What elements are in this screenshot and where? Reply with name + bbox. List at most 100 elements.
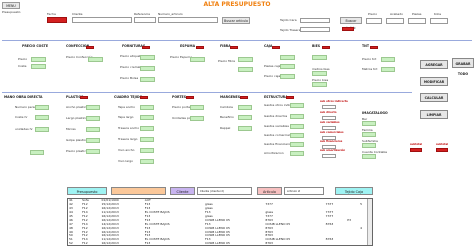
cuenta-contable-field[interactable] bbox=[362, 154, 376, 159]
gastos-financieros-field[interactable] bbox=[290, 142, 304, 147]
grabar-todo-button[interactable]: GRABAR TODO bbox=[452, 58, 474, 76]
precio-bolsa-field[interactable] bbox=[140, 77, 155, 82]
sub-otros-indirecta-field[interactable] bbox=[322, 105, 336, 109]
unidades-portes-field[interactable] bbox=[190, 116, 204, 121]
metros-bies-field[interactable] bbox=[312, 71, 327, 76]
precio-plastico-field[interactable] bbox=[86, 149, 100, 154]
fibra-red[interactable] bbox=[230, 46, 238, 49]
tab-presupuesto[interactable]: Presupuesto bbox=[67, 187, 107, 195]
gastos-financieros-label: Gastos financieros bbox=[264, 142, 292, 146]
buscar-tejido-button[interactable]: Buscar tejido bbox=[340, 17, 362, 30]
sub-variables-field[interactable] bbox=[322, 126, 336, 130]
precio-fibra-field[interactable] bbox=[238, 57, 253, 62]
tab-articulo[interactable]: Artículo bbox=[257, 187, 282, 195]
bies-red[interactable] bbox=[322, 46, 330, 49]
gastos-variables-field[interactable] bbox=[290, 124, 304, 129]
espuma-red[interactable] bbox=[196, 46, 204, 49]
vivo-ancho-field[interactable] bbox=[140, 148, 154, 153]
table-row[interactable]: 52 F12 16/12/2013 F13 COSIB LLENO 05 8763 bbox=[68, 242, 368, 245]
precio-espuma-field[interactable] bbox=[190, 57, 205, 62]
piezas-caja-field[interactable] bbox=[280, 64, 295, 69]
tab-articulo-list[interactable] bbox=[111, 187, 166, 195]
numero-field[interactable] bbox=[158, 17, 218, 23]
precio-bies-field[interactable] bbox=[312, 82, 327, 87]
estructura-red[interactable] bbox=[286, 96, 294, 99]
vivo-largo-field[interactable] bbox=[140, 159, 154, 164]
fibra-field-2[interactable] bbox=[238, 67, 253, 72]
limpiar-button[interactable]: LIMPIAR bbox=[420, 110, 448, 119]
fornituras-red[interactable] bbox=[142, 46, 150, 49]
trasera-largo-label: Trasera largo bbox=[118, 137, 138, 141]
micras-field[interactable] bbox=[86, 127, 100, 132]
cuadro-tejido-red[interactable] bbox=[140, 96, 148, 99]
acabado-field[interactable] bbox=[386, 18, 404, 24]
margenes-red[interactable] bbox=[240, 96, 248, 99]
largo-plastico-field[interactable] bbox=[86, 116, 100, 121]
gastos-otros-field[interactable] bbox=[290, 103, 304, 108]
subfamilia-field[interactable] bbox=[362, 143, 376, 148]
presupuesto-table[interactable]: 41 Sofa 01/01/1900 AUT 42 F12 15/12/2013 F13 gla… bbox=[67, 198, 373, 246]
confeccion-red[interactable] bbox=[86, 46, 94, 49]
agregar-button[interactable]: AGREGAR bbox=[420, 60, 448, 69]
tapa-ancho-field[interactable] bbox=[140, 105, 154, 110]
unidades-hr-field[interactable] bbox=[35, 127, 49, 132]
portes-red[interactable] bbox=[186, 96, 194, 99]
precio-cremallera-field[interactable] bbox=[140, 66, 155, 71]
golpe-plastico-field[interactable] bbox=[86, 138, 100, 143]
tejido-trasera-field[interactable] bbox=[300, 27, 330, 32]
amortizacion-field[interactable] bbox=[290, 151, 304, 156]
gastos-directos-field[interactable] bbox=[290, 114, 304, 119]
cliente-field[interactable] bbox=[72, 17, 132, 23]
subtotal-field[interactable] bbox=[410, 148, 422, 152]
tejido-trasera-red[interactable] bbox=[342, 27, 354, 31]
menu-button[interactable]: MENU bbox=[2, 2, 20, 9]
kilos-field[interactable] bbox=[430, 18, 448, 24]
buscar-articulo-button[interactable]: Buscar artículo bbox=[222, 17, 250, 24]
tapa-largo-field[interactable] bbox=[140, 115, 154, 120]
tab-cliente[interactable]: Cliente bbox=[170, 187, 195, 195]
referencia-field[interactable] bbox=[134, 17, 156, 23]
sub-amortizacion-field[interactable] bbox=[322, 154, 336, 158]
trasera-largo-field[interactable] bbox=[140, 137, 154, 142]
tnt-header: TNT bbox=[362, 44, 370, 48]
numero-label: Numero_articulo bbox=[158, 12, 183, 16]
coste-field[interactable] bbox=[31, 64, 46, 69]
table-scrollbar[interactable] bbox=[367, 199, 372, 245]
precio-etiqueta-field[interactable] bbox=[140, 55, 155, 60]
mano-obra-total[interactable] bbox=[30, 150, 44, 155]
espuma-header: ESPUMA bbox=[180, 44, 196, 48]
piezas-field[interactable] bbox=[408, 18, 426, 24]
bar-field[interactable] bbox=[362, 121, 376, 126]
rappel-field[interactable] bbox=[238, 126, 252, 131]
caja-field-1[interactable] bbox=[280, 55, 295, 60]
caja-red[interactable] bbox=[272, 46, 280, 49]
tab-tejido-caja[interactable]: Tejido Caja bbox=[335, 187, 373, 195]
ancho-plastico-field[interactable] bbox=[86, 105, 100, 110]
gastos-comerciales-field[interactable] bbox=[290, 133, 304, 138]
precio-header-label: Precio bbox=[368, 12, 378, 16]
precio-field[interactable] bbox=[31, 57, 46, 62]
tab-articulo-sub[interactable]: Articulo id bbox=[284, 187, 324, 195]
precio-tnt-field[interactable] bbox=[381, 57, 395, 62]
precio-caja-field[interactable] bbox=[280, 74, 295, 79]
metros-tnt-field[interactable] bbox=[381, 67, 395, 72]
familia-field[interactable] bbox=[362, 132, 376, 137]
beneficio-field[interactable] bbox=[238, 115, 252, 120]
precio-header-field[interactable] bbox=[366, 18, 382, 24]
precio-confeccion-field[interactable] bbox=[88, 57, 103, 62]
bies-field-1[interactable] bbox=[312, 55, 327, 60]
modificar-button[interactable]: MODIFICAR bbox=[420, 77, 448, 86]
numero-personas-field[interactable] bbox=[35, 105, 49, 110]
plastico-red[interactable] bbox=[80, 96, 88, 99]
cambios-field[interactable] bbox=[238, 105, 252, 110]
sub-directo-field[interactable] bbox=[322, 116, 336, 120]
trasera-ancho-field[interactable] bbox=[140, 126, 154, 131]
subtotal-b-field[interactable] bbox=[436, 148, 448, 152]
fecha-field[interactable] bbox=[47, 17, 67, 23]
precio-portes-field[interactable] bbox=[190, 105, 204, 110]
tnt-red[interactable] bbox=[370, 46, 378, 49]
coste-hr-field[interactable] bbox=[35, 115, 49, 120]
calcular-button[interactable]: CALCULAR bbox=[420, 93, 448, 102]
tab-cliente-sub[interactable]: Cliente (cliente id) bbox=[197, 187, 252, 195]
tejido-cara-field[interactable] bbox=[300, 18, 330, 23]
